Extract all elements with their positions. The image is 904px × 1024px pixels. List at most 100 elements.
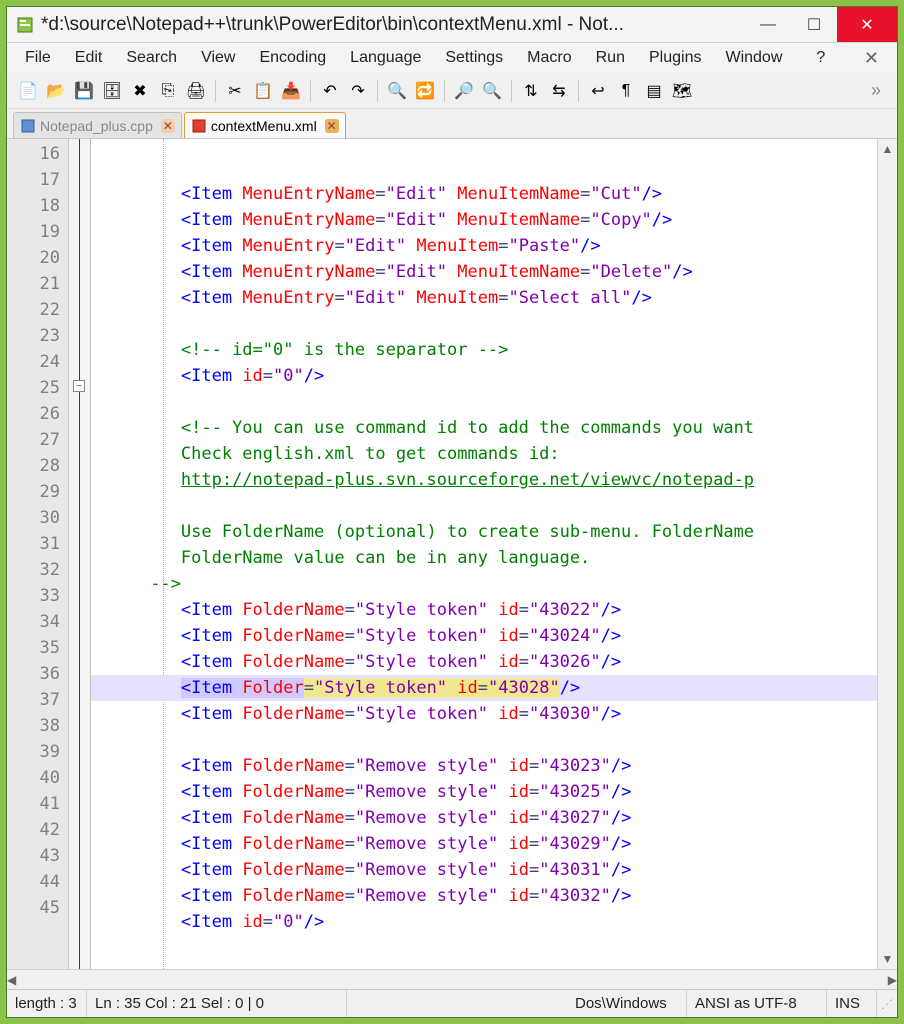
- code-line[interactable]: <Item FolderName="Style token" id="43024…: [91, 623, 877, 649]
- save-icon[interactable]: 💾: [71, 78, 97, 104]
- code-line[interactable]: <Item FolderName="Remove style" id="4302…: [91, 805, 877, 831]
- wrap-icon[interactable]: ↩: [585, 78, 611, 104]
- code-line[interactable]: [91, 935, 877, 961]
- code-line[interactable]: [91, 727, 877, 753]
- file-icon: [20, 118, 36, 134]
- resize-grip[interactable]: ⋰: [877, 997, 897, 1011]
- code-line[interactable]: [91, 389, 877, 415]
- line-number: 41: [7, 791, 68, 817]
- code-line[interactable]: <Item FolderName="Remove style" id="4303…: [91, 857, 877, 883]
- menu-window[interactable]: Window: [715, 45, 792, 71]
- titlebar: *d:\source\Notepad++\trunk\PowerEditor\b…: [7, 7, 897, 43]
- menu-search[interactable]: Search: [116, 45, 187, 71]
- line-number: 25: [7, 375, 68, 401]
- code-line[interactable]: http://notepad-plus.svn.sourceforge.net/…: [91, 467, 877, 493]
- line-number: 16: [7, 141, 68, 167]
- menu-file[interactable]: File: [15, 45, 61, 71]
- code-line[interactable]: -->: [91, 571, 877, 597]
- code-area[interactable]: <Item MenuEntryName="Edit" MenuItemName=…: [91, 139, 877, 969]
- line-number: 45: [7, 895, 68, 921]
- line-number: 32: [7, 557, 68, 583]
- line-number: 30: [7, 505, 68, 531]
- code-line[interactable]: <Item FolderName="Remove style" id="4302…: [91, 831, 877, 857]
- code-line[interactable]: <!-- You can use command id to add the c…: [91, 415, 877, 441]
- tab-close-icon[interactable]: ✕: [161, 119, 175, 133]
- cut-icon[interactable]: ✂: [222, 78, 248, 104]
- minimize-button[interactable]: —: [745, 7, 791, 42]
- menu-run[interactable]: Run: [586, 45, 635, 71]
- code-line[interactable]: <Item id="0"/>: [91, 909, 877, 935]
- horizontal-scrollbar[interactable]: ◀ ▶: [7, 969, 897, 989]
- redo-icon[interactable]: ↷: [345, 78, 371, 104]
- tab-close-icon[interactable]: ✕: [325, 119, 339, 133]
- menu-macro[interactable]: Macro: [517, 45, 581, 71]
- toolbar-separator: [310, 80, 311, 102]
- menu-help[interactable]: ?: [806, 45, 835, 71]
- code-line[interactable]: <Item MenuEntryName="Edit" MenuItemName=…: [91, 259, 877, 285]
- code-line[interactable]: FolderName value can be in any language.: [91, 545, 877, 571]
- code-line[interactable]: <Item Folder="Style token" id="43028"/>: [91, 675, 877, 701]
- show-all-icon[interactable]: ¶: [613, 78, 639, 104]
- maximize-button[interactable]: ☐: [791, 7, 837, 42]
- find-icon[interactable]: 🔍: [384, 78, 410, 104]
- menu-doc-close[interactable]: ✕: [854, 48, 889, 69]
- code-line[interactable]: <Item MenuEntryName="Edit" MenuItemName=…: [91, 207, 877, 233]
- code-line[interactable]: <Item FolderName="Remove style" id="4302…: [91, 779, 877, 805]
- code-line[interactable]: <Item MenuEntry="Edit" MenuItem="Paste"/…: [91, 233, 877, 259]
- status-eol[interactable]: Dos\Windows: [567, 990, 687, 1017]
- doc-map-icon[interactable]: 🗺: [669, 78, 695, 104]
- menu-view[interactable]: View: [191, 45, 245, 71]
- line-number: 40: [7, 765, 68, 791]
- tab-notepad_plus-cpp[interactable]: Notepad_plus.cpp✕: [13, 112, 182, 138]
- code-line[interactable]: <Item FolderName="Remove style" id="4303…: [91, 883, 877, 909]
- code-line[interactable]: <Item id="0"/>: [91, 363, 877, 389]
- close-all-icon[interactable]: ⎘: [155, 78, 181, 104]
- close-icon[interactable]: ✖: [127, 78, 153, 104]
- code-line[interactable]: <Item FolderName="Style token" id="43030…: [91, 701, 877, 727]
- sync-h-icon[interactable]: ⇆: [546, 78, 572, 104]
- zoom-in-icon[interactable]: 🔎: [451, 78, 477, 104]
- fold-toggle[interactable]: −: [73, 380, 85, 392]
- indent-guide-icon[interactable]: ▤: [641, 78, 667, 104]
- open-icon[interactable]: 📂: [43, 78, 69, 104]
- copy-icon[interactable]: 📋: [250, 78, 276, 104]
- line-number: 37: [7, 687, 68, 713]
- save-all-icon[interactable]: 🗄: [99, 78, 125, 104]
- code-line[interactable]: <Item FolderName="Remove style" id="4302…: [91, 753, 877, 779]
- scroll-left-icon[interactable]: ◀: [7, 970, 16, 990]
- menu-language[interactable]: Language: [340, 45, 431, 71]
- file-icon: [191, 118, 207, 134]
- sync-v-icon[interactable]: ⇅: [518, 78, 544, 104]
- code-line[interactable]: <Item MenuEntry="Edit" MenuItem="Select …: [91, 285, 877, 311]
- code-line[interactable]: <!-- id="0" is the separator -->: [91, 337, 877, 363]
- toolbar-separator: [377, 80, 378, 102]
- code-line[interactable]: [91, 311, 877, 337]
- close-button[interactable]: ✕: [837, 7, 897, 42]
- scroll-up-icon[interactable]: ▲: [878, 139, 897, 159]
- toolbar-overflow[interactable]: »: [863, 80, 889, 101]
- paste-icon[interactable]: 📥: [278, 78, 304, 104]
- menu-plugins[interactable]: Plugins: [639, 45, 711, 71]
- zoom-out-icon[interactable]: 🔍: [479, 78, 505, 104]
- new-icon[interactable]: 📄: [15, 78, 41, 104]
- code-line[interactable]: Use FolderName (optional) to create sub-…: [91, 519, 877, 545]
- menu-encoding[interactable]: Encoding: [249, 45, 336, 71]
- undo-icon[interactable]: ↶: [317, 78, 343, 104]
- replace-icon[interactable]: 🔁: [412, 78, 438, 104]
- vertical-scrollbar[interactable]: ▲ ▼: [877, 139, 897, 969]
- code-line[interactable]: <Item FolderName="Style token" id="43026…: [91, 649, 877, 675]
- status-mode[interactable]: INS: [827, 990, 877, 1017]
- tab-contextmenu-xml[interactable]: contextMenu.xml✕: [184, 112, 346, 138]
- print-icon[interactable]: 🖨: [183, 78, 209, 104]
- scroll-down-icon[interactable]: ▼: [878, 949, 897, 969]
- code-line[interactable]: [91, 493, 877, 519]
- scroll-h-track[interactable]: [16, 970, 888, 989]
- menu-edit[interactable]: Edit: [65, 45, 113, 71]
- scroll-track[interactable]: [878, 159, 897, 949]
- menu-settings[interactable]: Settings: [435, 45, 513, 71]
- code-line[interactable]: <Item MenuEntryName="Edit" MenuItemName=…: [91, 181, 877, 207]
- scroll-right-icon[interactable]: ▶: [888, 970, 897, 990]
- code-line[interactable]: Check english.xml to get commands id:: [91, 441, 877, 467]
- status-encoding[interactable]: ANSI as UTF-8: [687, 990, 827, 1017]
- code-line[interactable]: <Item FolderName="Style token" id="43022…: [91, 597, 877, 623]
